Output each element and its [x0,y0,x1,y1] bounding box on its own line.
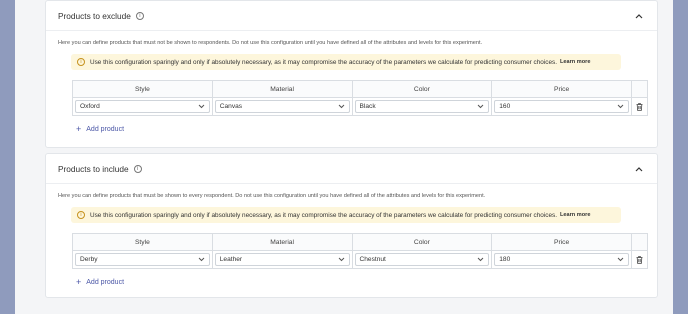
column-header-style: Style [73,81,213,97]
page-frame: Products to exclude i Here you can defin… [15,0,673,314]
cell-price: 160 [492,98,632,115]
include-warning-banner: i Use this configuration sparingly and o… [71,207,621,223]
exclude-learn-more-link[interactable]: Learn more [560,59,590,65]
price-select[interactable]: 180 [494,253,629,266]
cell-color: Black [353,98,493,115]
exclude-panel-header[interactable]: Products to exclude i [46,1,657,31]
column-header-price: Price [492,234,632,250]
column-header-material: Material [213,234,353,250]
include-panel-header[interactable]: Products to include i [46,154,657,184]
price-select[interactable]: 160 [494,100,629,113]
style-select[interactable]: Derby [75,253,210,266]
chevron-up-icon[interactable] [635,12,643,20]
chevron-down-icon [617,104,624,109]
color-select[interactable]: Chestnut [354,253,490,266]
material-select[interactable]: Leather [214,253,350,266]
exclude-panel-title: Products to exclude [58,10,131,21]
chevron-down-icon [338,104,345,109]
material-select-value: Leather [219,256,243,263]
delete-row-button[interactable] [632,98,647,115]
cell-material: Canvas [213,98,353,115]
include-description: Here you can define products that must b… [58,193,486,199]
cell-color: Chestnut [353,251,493,268]
color-select[interactable]: Black [354,100,490,113]
delete-row-button[interactable] [632,251,647,268]
exclude-warning-text: Use this configuration sparingly and onl… [90,58,557,66]
color-select-value: Black [359,103,376,110]
column-header-color: Color [353,81,493,97]
warning-icon: i [77,58,85,66]
trash-icon [636,102,643,111]
chevron-down-icon [198,257,205,262]
add-product-button[interactable]: + Add product [76,124,125,134]
table-header: Style Material Color Price [73,81,647,98]
cell-material: Leather [213,251,353,268]
add-product-label: Add product [86,278,125,286]
material-select[interactable]: Canvas [214,100,350,113]
cell-style: Oxford [73,98,213,115]
products-to-exclude-panel: Products to exclude i Here you can defin… [45,0,658,148]
column-header-price: Price [492,81,632,97]
chevron-down-icon [617,257,624,262]
column-header-actions [632,81,647,97]
include-learn-more-link[interactable]: Learn more [560,212,590,218]
include-panel-title: Products to include [58,163,129,174]
products-to-include-panel: Products to include i Here you can defin… [45,153,658,298]
exclude-warning-banner: i Use this configuration sparingly and o… [71,54,621,70]
info-icon[interactable]: i [133,164,142,173]
add-product-label: Add product [86,125,125,133]
price-select-value: 180 [499,256,511,263]
column-header-material: Material [213,81,353,97]
warning-icon: i [77,211,85,219]
table-header: Style Material Color Price [73,234,647,251]
include-warning-text: Use this configuration sparingly and onl… [90,211,557,219]
cell-price: 180 [492,251,632,268]
chevron-up-icon[interactable] [635,165,643,173]
column-header-actions [632,234,647,250]
chevron-down-icon [198,104,205,109]
cell-style: Derby [73,251,213,268]
chevron-down-icon [477,104,484,109]
color-select-value: Chestnut [359,256,386,263]
add-product-button[interactable]: + Add product [76,277,125,287]
material-select-value: Canvas [219,103,243,110]
exclude-products-table: Style Material Color Price Oxford Canvas [72,80,648,116]
plus-icon: + [76,277,82,287]
style-select[interactable]: Oxford [75,100,210,113]
include-products-table: Style Material Color Price Derby Leather [72,233,648,269]
plus-icon: + [76,124,82,134]
info-icon[interactable]: i [135,11,144,20]
style-select-value: Derby [80,256,98,263]
table-row: Derby Leather Chestnut 180 [73,251,647,268]
chevron-down-icon [338,257,345,262]
price-select-value: 160 [499,103,511,110]
trash-icon [636,255,643,264]
chevron-down-icon [477,257,484,262]
exclude-description: Here you can define products that must n… [58,40,483,46]
column-header-color: Color [353,234,493,250]
column-header-style: Style [73,234,213,250]
table-row: Oxford Canvas Black 160 [73,98,647,115]
style-select-value: Oxford [80,103,100,110]
